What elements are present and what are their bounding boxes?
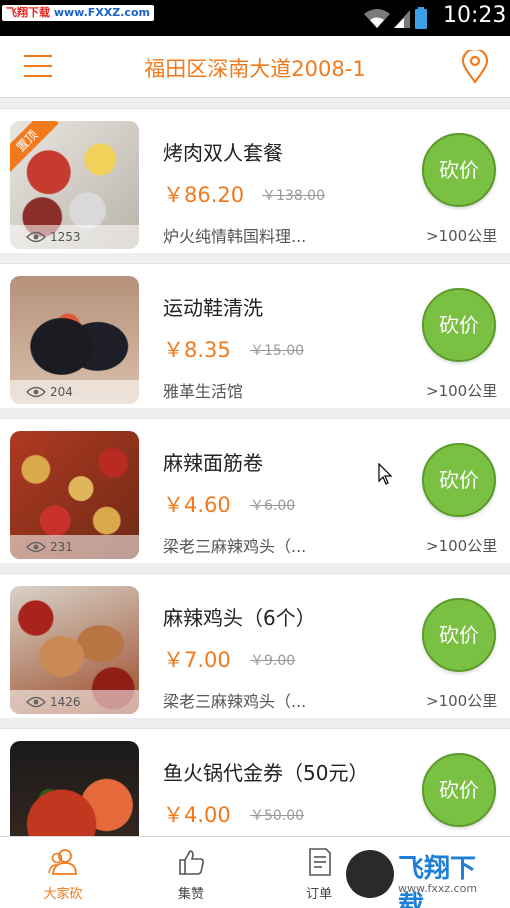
item-original-price: ￥9.00 (250, 653, 296, 669)
list-item[interactable]: 置顶 1253 烤肉双人套餐 ￥86.20 ￥138.00 炉火纯情韩国料理..… (0, 108, 510, 253)
item-image[interactable]: 231 (10, 431, 139, 559)
item-name[interactable]: 麻辣鸡头（6个） (163, 602, 316, 631)
item-distance: >100公里 (426, 382, 498, 400)
view-count: 204 (10, 380, 139, 404)
eye-icon (26, 386, 46, 398)
item-price: ￥4.00 (163, 803, 231, 827)
watermark-logo: 飞翔下载 www.fxxz.com (342, 846, 500, 908)
item-original-price: ￥15.00 (250, 343, 305, 359)
mouse-cursor-icon (378, 463, 392, 485)
signal-icon (394, 10, 410, 28)
view-count-value: 1253 (50, 230, 81, 244)
watermark-logo-url: www.fxxz.com (398, 882, 478, 895)
bargain-button[interactable]: 砍价 (422, 443, 496, 517)
item-image[interactable]: 1426 (10, 586, 139, 714)
pinned-badge: 置顶 (10, 121, 59, 173)
battery-icon (415, 7, 427, 29)
location-title[interactable]: 福田区深南大道2008-1 (0, 53, 510, 83)
list-item[interactable]: 1426 麻辣鸡头（6个） ￥7.00 ￥9.00 梁老三麻辣鸡头（... >1… (0, 573, 510, 718)
tab-likes[interactable]: 集赞 (136, 837, 246, 908)
item-original-price: ￥50.00 (250, 808, 305, 824)
item-image[interactable]: 置顶 1253 (10, 121, 139, 249)
view-count: 1253 (10, 225, 139, 249)
bargain-button[interactable]: 砍价 (422, 133, 496, 207)
item-price: ￥8.35 (163, 338, 231, 362)
tab-label: 大家砍 (43, 887, 83, 902)
item-name[interactable]: 运动鞋清洗 (163, 292, 263, 321)
thumbs-up-icon (179, 850, 205, 875)
wifi-icon (364, 9, 390, 28)
app-header: 福田区深南大道2008-1 (0, 36, 510, 98)
watermark-logo-text: 飞翔下载 (398, 854, 477, 908)
view-count-value: 204 (50, 385, 73, 399)
item-price: ￥7.00 (163, 648, 231, 672)
item-name[interactable]: 鱼火锅代金券（50元） (163, 757, 368, 786)
bargain-button[interactable]: 砍价 (422, 753, 496, 827)
watermark-red-text: 飞翔下载 (6, 6, 50, 19)
bargain-button[interactable]: 砍价 (422, 598, 496, 672)
list-item[interactable]: 231 麻辣面筋卷 ￥4.60 ￥6.00 梁老三麻辣鸡头（... >100公里… (0, 418, 510, 563)
tab-label: 集赞 (177, 887, 204, 902)
tab-everyone-bargain[interactable]: 大家砍 (8, 837, 118, 908)
item-original-price: ￥6.00 (250, 498, 296, 514)
list-item[interactable]: 鱼火锅代金券（50元） ￥4.00 ￥50.00 砍价 (0, 728, 510, 836)
item-price: ￥4.60 (163, 493, 231, 517)
item-shop: 炉火纯情韩国料理... (163, 227, 307, 246)
deal-list[interactable]: 置顶 1253 烤肉双人套餐 ￥86.20 ￥138.00 炉火纯情韩国料理..… (0, 98, 510, 836)
item-shop: 梁老三麻辣鸡头（... (163, 537, 307, 556)
location-pin-icon[interactable] (460, 50, 490, 84)
bargain-button[interactable]: 砍价 (422, 288, 496, 362)
view-count: 231 (10, 535, 139, 559)
item-price: ￥86.20 (163, 183, 245, 207)
view-count: 1426 (10, 690, 139, 714)
item-distance: >100公里 (426, 537, 498, 555)
item-original-price: ￥138.00 (262, 188, 325, 204)
view-count-value: 231 (50, 540, 73, 554)
item-shop: 雅革生活馆 (163, 382, 244, 401)
item-image[interactable] (10, 741, 139, 836)
item-distance: >100公里 (426, 692, 498, 710)
item-shop: 梁老三麻辣鸡头（... (163, 692, 307, 711)
watermark-badge: 飞翔下载 www.FXXZ.com (2, 5, 154, 21)
status-bar: 飞翔下载 www.FXXZ.com 10:23 (0, 0, 510, 36)
item-image[interactable]: 204 (10, 276, 139, 404)
watermark-blue-text: www.FXXZ.com (53, 6, 150, 19)
status-time: 10:23 (443, 3, 507, 28)
item-name[interactable]: 烤肉双人套餐 (163, 137, 283, 166)
list-item[interactable]: 204 运动鞋清洗 ￥8.35 ￥15.00 雅革生活馆 >100公里 砍价 (0, 263, 510, 408)
item-distance: >100公里 (426, 227, 498, 245)
item-name[interactable]: 麻辣面筋卷 (163, 447, 263, 476)
eye-icon (26, 696, 46, 708)
eye-icon (26, 541, 46, 553)
watermark-circle-icon (346, 850, 394, 898)
view-count-value: 1426 (50, 695, 81, 709)
order-list-icon (309, 848, 331, 876)
eye-icon (26, 231, 46, 243)
people-icon (48, 849, 77, 875)
